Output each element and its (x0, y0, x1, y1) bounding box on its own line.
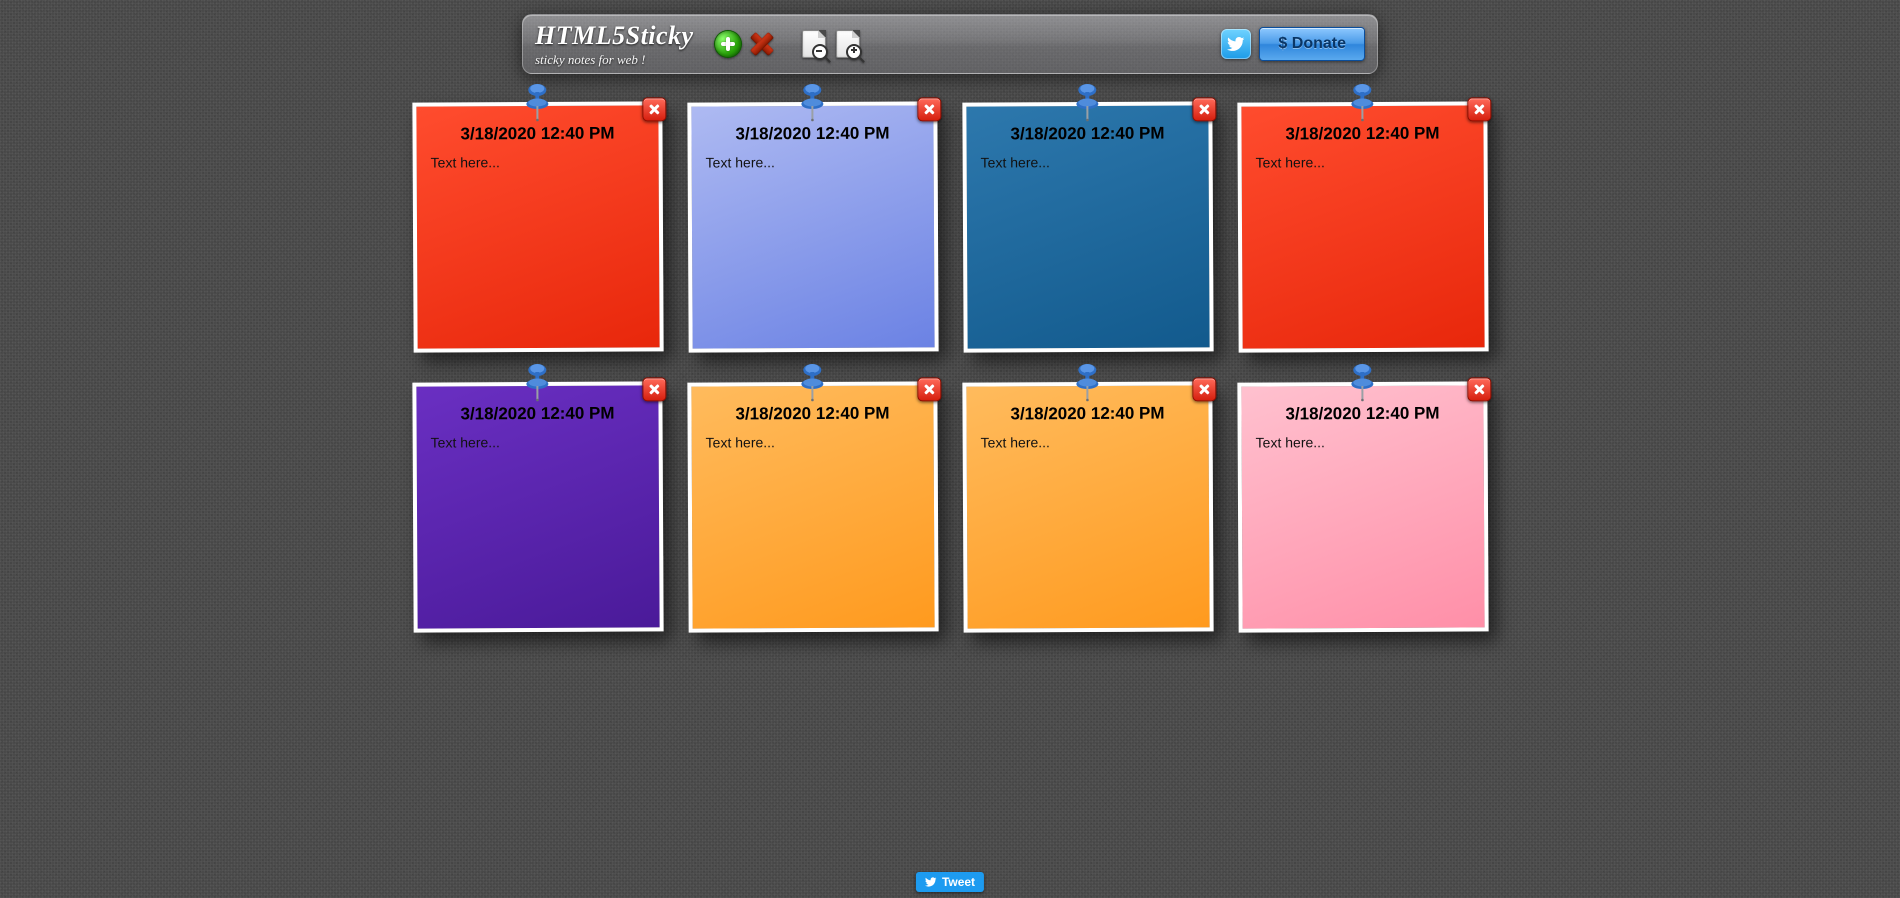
note-inner: 3/18/2020 12:40 PM Text here... (691, 385, 934, 628)
twitter-icon (1227, 35, 1245, 53)
note-inner: 3/18/2020 12:40 PM Text here... (966, 105, 1209, 348)
note-body[interactable]: Text here... (980, 153, 1194, 170)
note-close-button[interactable] (1467, 377, 1491, 401)
note-timestamp: 3/18/2020 12:40 PM (980, 123, 1194, 144)
red-x-icon (749, 31, 775, 57)
sticky-note[interactable]: 3/18/2020 12:40 PM Text here... (1237, 381, 1488, 632)
page-zoom-out-icon (802, 30, 826, 58)
note-body[interactable]: Text here... (705, 433, 919, 450)
note-close-button[interactable] (1192, 97, 1216, 121)
twitter-share-button[interactable] (1221, 29, 1251, 59)
note-close-button[interactable] (917, 97, 941, 121)
note-timestamp: 3/18/2020 12:40 PM (980, 403, 1194, 424)
tweet-label: Tweet (942, 875, 975, 889)
toolbar: HTML5Sticky sticky notes for web ! (522, 14, 1378, 74)
note-body[interactable]: Text here... (1255, 153, 1469, 170)
sticky-note[interactable]: 3/18/2020 12:40 PM Text here... (962, 101, 1213, 352)
sticky-note[interactable]: 3/18/2020 12:40 PM Text here... (962, 381, 1213, 632)
note-close-button[interactable] (642, 377, 666, 401)
note-close-button[interactable] (917, 377, 941, 401)
note-body[interactable]: Text here... (705, 153, 919, 170)
note-timestamp: 3/18/2020 12:40 PM (430, 403, 644, 424)
zoom-out-button[interactable] (800, 30, 828, 58)
page-zoom-in-icon (836, 30, 860, 58)
note-close-button[interactable] (642, 97, 666, 121)
note-body[interactable]: Text here... (1255, 433, 1469, 450)
note-timestamp: 3/18/2020 12:40 PM (1255, 123, 1469, 144)
sticky-note[interactable]: 3/18/2020 12:40 PM Text here... (687, 101, 938, 352)
note-body[interactable]: Text here... (980, 433, 1194, 450)
donate-button[interactable]: $ Donate (1259, 27, 1365, 61)
note-timestamp: 3/18/2020 12:40 PM (705, 403, 919, 424)
note-timestamp: 3/18/2020 12:40 PM (705, 123, 919, 144)
note-timestamp: 3/18/2020 12:40 PM (430, 123, 644, 144)
twitter-bird-icon (925, 876, 937, 888)
sticky-note[interactable]: 3/18/2020 12:40 PM Text here... (1237, 101, 1488, 352)
zoom-group (800, 30, 862, 58)
notes-grid: 3/18/2020 12:40 PMText here...3/18/2020 … (395, 102, 1505, 672)
note-close-button[interactable] (1467, 97, 1491, 121)
note-inner: 3/18/2020 12:40 PM Text here... (966, 385, 1209, 628)
delete-all-button[interactable] (748, 30, 776, 58)
note-timestamp: 3/18/2020 12:40 PM (1255, 403, 1469, 424)
sticky-note[interactable]: 3/18/2020 12:40 PM Text here... (687, 381, 938, 632)
note-body[interactable]: Text here... (430, 433, 644, 450)
add-note-button[interactable] (714, 30, 742, 58)
note-actions-group (714, 30, 776, 58)
note-close-button[interactable] (1192, 377, 1216, 401)
donate-label: $ Donate (1278, 35, 1346, 53)
plus-circle-icon (715, 31, 741, 57)
note-body[interactable]: Text here... (430, 153, 644, 170)
tweet-button[interactable]: Tweet (916, 872, 984, 892)
zoom-in-button[interactable] (834, 30, 862, 58)
note-inner: 3/18/2020 12:40 PM Text here... (1241, 105, 1484, 348)
brand: HTML5Sticky sticky notes for web ! (535, 23, 694, 66)
note-inner: 3/18/2020 12:40 PM Text here... (416, 385, 659, 628)
note-inner: 3/18/2020 12:40 PM Text here... (416, 105, 659, 348)
note-inner: 3/18/2020 12:40 PM Text here... (1241, 385, 1484, 628)
app-title: HTML5Sticky (535, 23, 694, 49)
tweet-widget: Tweet (916, 872, 984, 892)
note-inner: 3/18/2020 12:40 PM Text here... (691, 105, 934, 348)
app-subtitle: sticky notes for web ! (535, 53, 694, 66)
sticky-note[interactable]: 3/18/2020 12:40 PM Text here... (412, 101, 663, 352)
sticky-note[interactable]: 3/18/2020 12:40 PM Text here... (412, 381, 663, 632)
